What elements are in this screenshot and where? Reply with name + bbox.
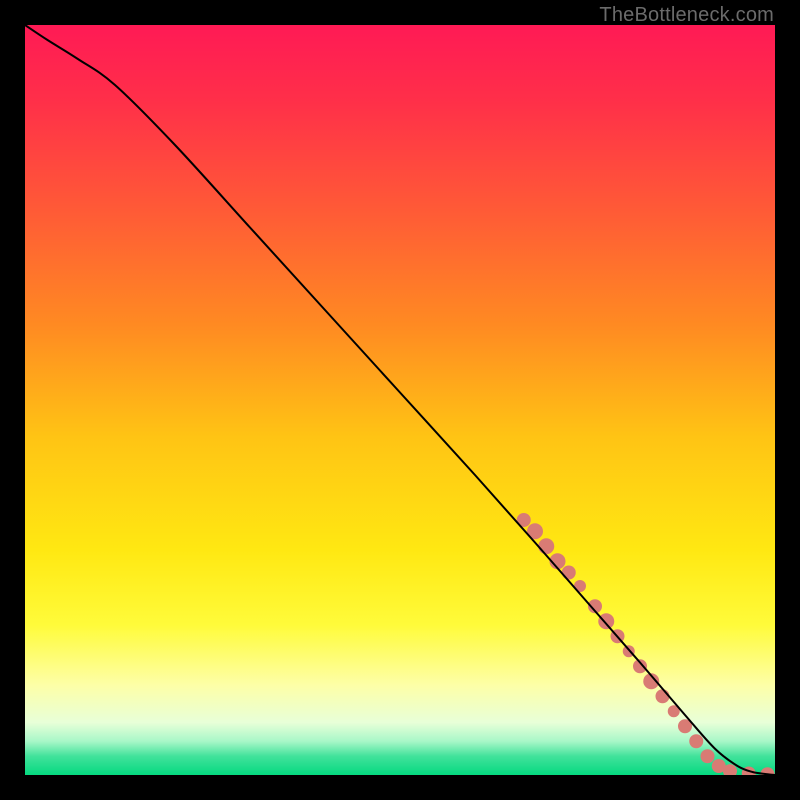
plot-area <box>25 25 775 775</box>
curve-layer <box>25 25 775 775</box>
watermark-text: TheBottleneck.com <box>599 4 774 27</box>
markers-group <box>517 513 775 775</box>
data-marker <box>538 538 554 554</box>
data-marker <box>562 566 576 580</box>
data-marker <box>689 734 703 748</box>
main-curve <box>25 25 775 775</box>
data-marker <box>656 689 670 703</box>
data-marker <box>701 749 715 763</box>
data-marker <box>598 613 614 629</box>
chart-frame: TheBottleneck.com <box>0 0 800 800</box>
